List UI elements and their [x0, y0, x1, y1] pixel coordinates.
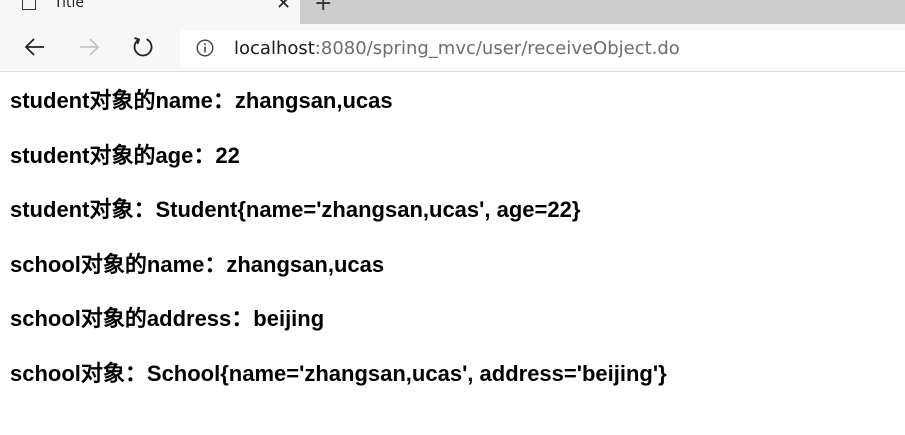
info-icon[interactable] [196, 39, 214, 57]
address-bar[interactable]: localhost:8080/spring_mvc/user/receiveOb… [180, 30, 905, 66]
url-text[interactable]: localhost:8080/spring_mvc/user/receiveOb… [234, 38, 680, 59]
refresh-icon [133, 37, 153, 57]
student-age-line: student对象的age：22 [10, 142, 240, 168]
refresh-button[interactable] [130, 34, 156, 60]
tab-title: Title [54, 0, 85, 11]
tab-strip: Title ✕ + [0, 0, 905, 24]
school-object-line: school对象：School{name='zhangsan,ucas', ad… [10, 360, 667, 386]
school-name-line: school对象的name：zhangsan,ucas [10, 251, 385, 277]
close-tab-icon[interactable]: ✕ [276, 0, 291, 13]
forward-arrow-icon [80, 38, 100, 56]
url-path: :8080/spring_mvc/user/receiveObject.do [314, 38, 680, 59]
forward-button[interactable] [76, 34, 102, 60]
page-content: student对象的name：zhangsan,ucas student对象的a… [10, 84, 900, 411]
back-arrow-icon [24, 38, 44, 56]
student-object-line: student对象：Student{name='zhangsan,ucas', … [10, 197, 581, 222]
student-name-line: student对象的name：zhangsan,ucas [10, 88, 393, 113]
browser-tab[interactable]: Title ✕ [0, 0, 300, 24]
page-icon [22, 0, 36, 10]
url-host: localhost [234, 38, 315, 59]
school-address-line: school对象的address：beijing [10, 306, 325, 331]
new-tab-button[interactable]: + [314, 0, 332, 15]
back-button[interactable] [22, 34, 48, 60]
browser-toolbar: localhost:8080/spring_mvc/user/receiveOb… [0, 24, 905, 72]
